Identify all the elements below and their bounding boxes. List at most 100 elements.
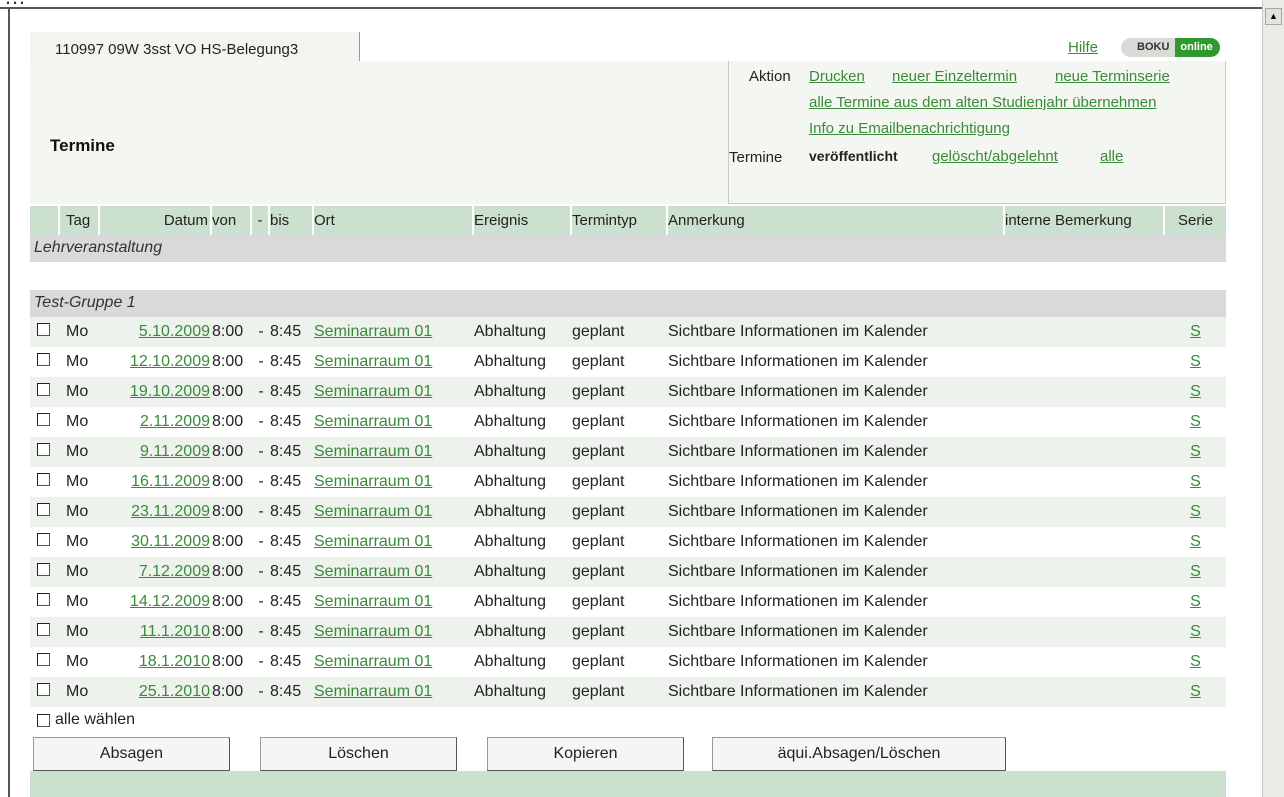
cell-von: 8:00 xyxy=(212,683,244,700)
serie-link[interactable]: S xyxy=(1190,473,1201,490)
checkbox-icon[interactable] xyxy=(37,623,50,636)
serie-link[interactable]: S xyxy=(1190,683,1201,700)
datum-link[interactable]: 14.12.2009 xyxy=(130,593,210,610)
serie-link[interactable]: S xyxy=(1190,323,1201,340)
ort-link[interactable]: Seminarraum 01 xyxy=(314,653,432,670)
checkbox-icon[interactable] xyxy=(37,443,50,456)
vertical-scrollbar[interactable]: ▲ xyxy=(1262,0,1284,797)
drucken-link[interactable]: Drucken xyxy=(809,68,865,85)
help-link[interactable]: Hilfe xyxy=(1068,39,1098,56)
serie-link[interactable]: S xyxy=(1190,623,1201,640)
serie-link[interactable]: S xyxy=(1190,653,1201,670)
cell-tag: Mo xyxy=(66,473,89,490)
row-select[interactable] xyxy=(30,503,60,521)
row-select[interactable] xyxy=(30,323,60,341)
serie-link[interactable]: S xyxy=(1190,383,1201,400)
checkbox-icon[interactable] xyxy=(37,563,50,576)
cell-tag: Mo xyxy=(66,353,89,370)
cell-ereignis: Abhaltung xyxy=(474,683,547,700)
cell-serie: S xyxy=(1165,323,1226,341)
ort-link[interactable]: Seminarraum 01 xyxy=(314,443,432,460)
cell-termintyp: geplant xyxy=(572,593,625,610)
page-header: Termine Aktion Drucken neuer Einzeltermi… xyxy=(30,61,1226,204)
serie-link[interactable]: S xyxy=(1190,353,1201,370)
checkbox-icon[interactable] xyxy=(37,653,50,666)
checkbox-icon[interactable] xyxy=(37,533,50,546)
aequi-absagen-loeschen-button[interactable]: äqui.Absagen/Löschen xyxy=(712,737,1006,771)
ort-link[interactable]: Seminarraum 01 xyxy=(314,323,432,340)
filter-alle-link[interactable]: alle xyxy=(1100,148,1123,165)
ort-link[interactable]: Seminarraum 01 xyxy=(314,473,432,490)
row-select[interactable] xyxy=(30,533,60,551)
select-all-row[interactable]: alle wählen xyxy=(30,707,1226,733)
neuer-einzeltermin-link[interactable]: neuer Einzeltermin xyxy=(892,68,1017,85)
row-select[interactable] xyxy=(30,443,60,461)
ort-link[interactable]: Seminarraum 01 xyxy=(314,533,432,550)
row-select[interactable] xyxy=(30,353,60,371)
serie-link[interactable]: S xyxy=(1190,443,1201,460)
app-content: 110997 09W 3sst VO HS-Belegung3 Hilfe BO… xyxy=(30,32,1226,773)
datum-link[interactable]: 11.1.2010 xyxy=(140,623,210,640)
table-row: Mo 2.11.2009 8:00-8:45 Seminarraum 01 Abhalt… xyxy=(30,407,1226,437)
cell-tag: Mo xyxy=(66,653,89,670)
ort-link[interactable]: Seminarraum 01 xyxy=(314,683,432,700)
datum-link[interactable]: 23.11.2009 xyxy=(131,503,210,520)
datum-link[interactable]: 12.10.2009 xyxy=(130,353,210,370)
row-select[interactable] xyxy=(30,593,60,611)
ort-link[interactable]: Seminarraum 01 xyxy=(314,593,432,610)
serie-link[interactable]: S xyxy=(1190,593,1201,610)
ort-link[interactable]: Seminarraum 01 xyxy=(314,563,432,580)
info-email-link[interactable]: Info zu Emailbenachrichtigung xyxy=(809,120,1010,137)
table-row: Mo 25.1.2010 8:00-8:45 Seminarraum 01 Abhalt… xyxy=(30,677,1226,707)
serie-link[interactable]: S xyxy=(1190,503,1201,520)
course-tab[interactable]: 110997 09W 3sst VO HS-Belegung3 xyxy=(30,32,360,61)
row-select[interactable] xyxy=(30,383,60,401)
loeschen-button[interactable]: Löschen xyxy=(260,737,457,771)
serie-link[interactable]: S xyxy=(1190,413,1201,430)
checkbox-icon[interactable] xyxy=(37,683,50,696)
row-select[interactable] xyxy=(30,473,60,491)
checkbox-icon[interactable] xyxy=(37,383,50,396)
checkbox-icon[interactable] xyxy=(37,353,50,366)
row-select[interactable] xyxy=(30,623,60,641)
absagen-button[interactable]: Absagen xyxy=(33,737,230,771)
serie-link[interactable]: S xyxy=(1190,563,1201,580)
datum-link[interactable]: 19.10.2009 xyxy=(130,383,210,400)
cell-dash: - xyxy=(258,533,264,550)
ort-link[interactable]: Seminarraum 01 xyxy=(314,503,432,520)
cell-ort: Seminarraum 01 xyxy=(314,413,474,431)
checkbox-icon[interactable] xyxy=(37,503,50,516)
cell-datum: 12.10.2009 xyxy=(100,353,212,371)
row-select[interactable] xyxy=(30,683,60,701)
cell-anmerkung: Sichtbare Informationen im Kalender xyxy=(668,503,928,520)
checkbox-icon[interactable] xyxy=(37,713,50,727)
serie-link[interactable]: S xyxy=(1190,533,1201,550)
row-select[interactable] xyxy=(30,653,60,671)
ort-link[interactable]: Seminarraum 01 xyxy=(314,413,432,430)
ort-link[interactable]: Seminarraum 01 xyxy=(314,383,432,400)
datum-link[interactable]: 9.11.2009 xyxy=(140,443,210,460)
datum-link[interactable]: 25.1.2010 xyxy=(139,683,210,700)
cell-termintyp: geplant xyxy=(572,443,625,460)
alte-termine-link[interactable]: alle Termine aus dem alten Studienjahr ü… xyxy=(809,94,1156,111)
row-select[interactable] xyxy=(30,413,60,431)
row-select[interactable] xyxy=(30,563,60,581)
ort-link[interactable]: Seminarraum 01 xyxy=(314,623,432,640)
datum-link[interactable]: 7.12.2009 xyxy=(139,563,210,580)
cell-ereignis: Abhaltung xyxy=(474,443,547,460)
neue-terminserie-link[interactable]: neue Terminserie xyxy=(1055,68,1170,85)
checkbox-icon[interactable] xyxy=(37,593,50,606)
datum-link[interactable]: 16.11.2009 xyxy=(131,473,210,490)
checkbox-icon[interactable] xyxy=(37,413,50,426)
cell-von: 8:00 xyxy=(212,653,244,670)
datum-link[interactable]: 18.1.2010 xyxy=(139,653,210,670)
datum-link[interactable]: 30.11.2009 xyxy=(131,533,210,550)
checkbox-icon[interactable] xyxy=(37,323,50,336)
checkbox-icon[interactable] xyxy=(37,473,50,486)
filter-geloescht-link[interactable]: gelöscht/abgelehnt xyxy=(932,148,1058,165)
datum-link[interactable]: 2.11.2009 xyxy=(140,413,210,430)
scroll-up-arrow-icon[interactable]: ▲ xyxy=(1265,8,1282,25)
datum-link[interactable]: 5.10.2009 xyxy=(139,323,210,340)
ort-link[interactable]: Seminarraum 01 xyxy=(314,353,432,370)
kopieren-button[interactable]: Kopieren xyxy=(487,737,684,771)
